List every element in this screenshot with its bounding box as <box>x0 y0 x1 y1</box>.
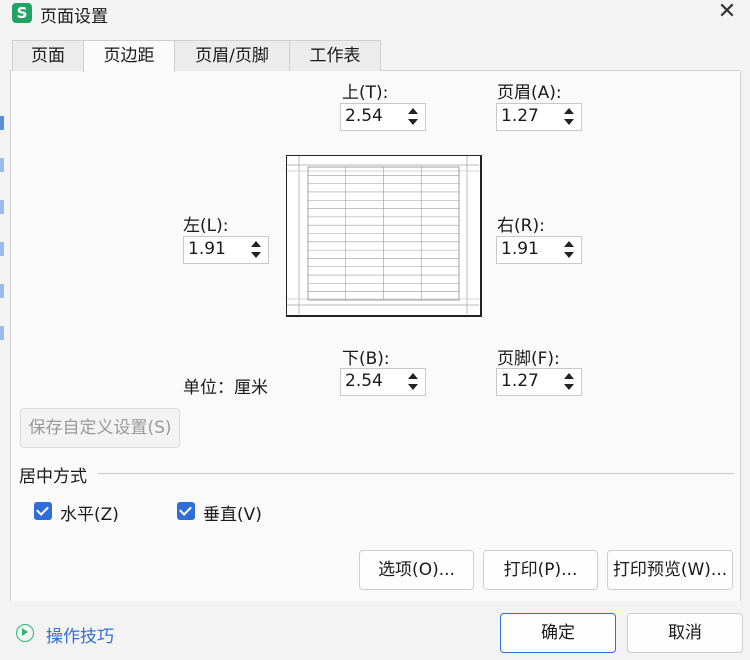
left-margin-spinner[interactable]: 1.91 <box>183 236 269 264</box>
print-preview-button[interactable]: 打印预览(W)... <box>607 550 733 590</box>
right-margin-label: 右(R): <box>497 216 545 236</box>
wps-app-icon: S <box>12 3 32 23</box>
horizontal-checkbox-label[interactable]: 水平(Z) <box>60 500 119 525</box>
spinner-arrows-icon[interactable] <box>561 105 579 129</box>
right-margin-spinner[interactable]: 1.91 <box>496 236 582 264</box>
horizontal-checkbox[interactable] <box>34 502 52 520</box>
header-margin-spinner[interactable]: 1.27 <box>496 103 582 131</box>
bottom-margin-label: 下(B): <box>342 349 390 369</box>
tab-margins[interactable]: 页边距 <box>83 40 175 72</box>
footer-margin-label: 页脚(F): <box>497 349 560 369</box>
print-button[interactable]: 打印(P)... <box>483 550 598 590</box>
spinner-arrows-icon[interactable] <box>561 370 579 394</box>
tab-page[interactable]: 页面 <box>12 40 84 71</box>
top-margin-value[interactable]: 2.54 <box>345 106 383 126</box>
cancel-button[interactable]: 取消 <box>627 613 743 653</box>
footer-margin-spinner[interactable]: 1.27 <box>496 368 582 396</box>
options-button[interactable]: 选项(O)... <box>359 550 474 590</box>
top-margin-label: 上(T): <box>342 83 389 103</box>
center-group-label: 居中方式 <box>19 467 87 487</box>
save-custom-settings-button[interactable]: 保存自定义设置(S) <box>20 408 180 448</box>
left-margin-label: 左(L): <box>183 216 229 236</box>
footer-margin-value[interactable]: 1.27 <box>501 371 539 391</box>
right-margin-value[interactable]: 1.91 <box>501 239 539 259</box>
vertical-checkbox[interactable] <box>177 502 195 520</box>
spinner-arrows-icon[interactable] <box>405 370 423 394</box>
bottom-margin-value[interactable]: 2.54 <box>345 371 383 391</box>
spinner-arrows-icon[interactable] <box>405 105 423 129</box>
tab-worksheet[interactable]: 工作表 <box>289 40 381 71</box>
page-preview <box>286 155 482 317</box>
dialog-title: 页面设置 <box>40 7 108 27</box>
spinner-arrows-icon[interactable] <box>248 238 266 262</box>
unit-label: 单位：厘米 <box>183 378 268 398</box>
ok-button[interactable]: 确定 <box>500 613 616 653</box>
tab-header-footer[interactable]: 页眉/页脚 <box>174 40 290 71</box>
header-margin-value[interactable]: 1.27 <box>501 106 539 126</box>
top-margin-spinner[interactable]: 2.54 <box>340 103 426 131</box>
group-divider <box>98 473 734 474</box>
close-icon[interactable]: ✕ <box>712 0 742 26</box>
bottom-margin-spinner[interactable]: 2.54 <box>340 368 426 396</box>
tab-content-panel <box>10 71 741 601</box>
operation-tips-link[interactable]: 操作技巧 <box>46 622 114 647</box>
title-bar <box>0 0 750 28</box>
page-preview-graphic <box>287 156 479 314</box>
header-margin-label: 页眉(A): <box>497 83 562 103</box>
background-window-edge <box>0 28 10 660</box>
vertical-checkbox-label[interactable]: 垂直(V) <box>203 500 262 525</box>
play-tips-icon[interactable] <box>16 624 34 642</box>
spinner-arrows-icon[interactable] <box>561 238 579 262</box>
left-margin-value[interactable]: 1.91 <box>188 239 226 259</box>
